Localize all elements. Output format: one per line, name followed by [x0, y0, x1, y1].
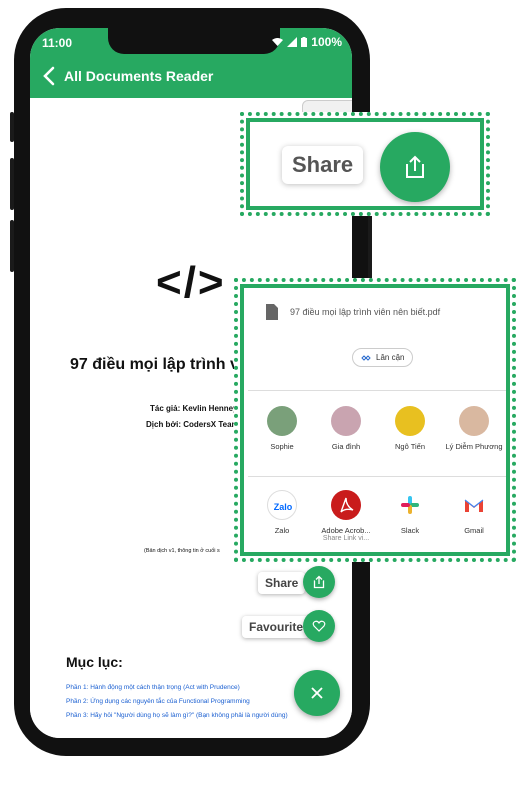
app-subtitle: Share Link vi... — [322, 535, 370, 542]
app-target-gmail[interactable]: Gmail — [444, 490, 504, 535]
system-icons: 100% — [272, 35, 342, 49]
contact-target[interactable]: Lý Diễm Phương — [444, 406, 504, 451]
app-target-slack[interactable]: Slack — [380, 490, 440, 535]
document-translator: Dịch bởi: CodersX Team — [146, 420, 239, 429]
wifi-icon — [272, 38, 284, 46]
app-name: Gmail — [464, 526, 484, 535]
zalo-icon: Zalo — [267, 490, 297, 520]
code-symbol: </> — [156, 258, 226, 307]
toc-heading: Mục lục: — [66, 654, 123, 670]
share-sheet-callout: 97 điều mọi lập trình viên nên biết.pdf … — [234, 278, 516, 562]
back-arrow-icon[interactable] — [38, 64, 62, 88]
toc-link[interactable]: Phần 3: Hãy hỏi "Người dùng họ sẽ làm gì… — [66, 712, 288, 719]
divider — [248, 476, 506, 477]
divider — [248, 390, 506, 391]
file-icon — [266, 304, 278, 320]
share-callout: Share — [240, 112, 490, 216]
close-fab-button[interactable] — [294, 670, 340, 716]
share-sheet: 97 điều mọi lập trình viên nên biết.pdf … — [248, 292, 506, 552]
contact-target[interactable]: Sophie — [252, 406, 312, 451]
signal-icon — [287, 37, 298, 47]
avatar — [267, 406, 297, 436]
shared-file-row: 97 điều mọi lập trình viên nên biết.pdf — [266, 304, 440, 320]
app-target-zalo[interactable]: Zalo Zalo — [252, 490, 312, 535]
app-name: Zalo — [274, 526, 290, 535]
battery-icon — [301, 37, 308, 47]
app-target-adobe[interactable]: Adobe Acrob... Share Link vi... — [316, 490, 376, 542]
app-name: Slack — [400, 526, 420, 535]
toc-link[interactable]: Phần 1: Hành động một cách thận trọng (A… — [66, 684, 240, 691]
status-time: 11:00 — [42, 36, 73, 50]
shared-file-name: 97 điều mọi lập trình viên nên biết.pdf — [290, 307, 441, 317]
volume-down-button — [10, 220, 14, 272]
avatar — [395, 406, 425, 436]
share-icon — [313, 575, 325, 589]
adobe-acrobat-icon — [331, 490, 361, 520]
avatar — [331, 406, 361, 436]
contact-target[interactable]: Ngô Tiến — [380, 406, 440, 451]
share-fab-button[interactable] — [303, 566, 335, 598]
document-title: 97 điều mọi lập trình v — [70, 356, 239, 373]
nearby-share-button[interactable]: Lân cận — [352, 348, 414, 367]
version-note: (Bản dịch v1, thông tin ở cuối s — [144, 548, 220, 554]
contact-name: Gia đình — [331, 442, 361, 451]
heart-icon — [312, 620, 326, 632]
status-bar: 11:00 100% — [30, 28, 352, 56]
contact-target[interactable]: Gia đình — [316, 406, 376, 451]
notch — [108, 28, 280, 54]
favourite-fab-label[interactable]: Favourite — [242, 616, 311, 638]
app-title: All Documents Reader — [64, 68, 214, 84]
share-fab-label[interactable]: Share — [258, 572, 306, 594]
contact-name: Lý Diễm Phương — [445, 442, 503, 451]
nearby-label: Lân cận — [376, 353, 405, 362]
mute-switch — [10, 112, 14, 142]
app-bar: All Documents Reader — [30, 56, 352, 98]
favourite-fab-button[interactable] — [303, 610, 335, 642]
app-name: Adobe Acrob... — [321, 526, 371, 535]
battery-level: 100% — [311, 35, 342, 49]
share-icon — [406, 155, 424, 178]
contact-name: Sophie — [270, 442, 294, 451]
avatar — [459, 406, 489, 436]
slack-icon — [395, 490, 425, 520]
nearby-share-icon — [361, 354, 371, 361]
share-callout-button[interactable] — [380, 132, 450, 202]
volume-up-button — [10, 158, 14, 210]
svg-text:Zalo: Zalo — [274, 502, 293, 512]
contact-name: Ngô Tiến — [394, 442, 426, 451]
share-callout-label[interactable]: Share — [282, 146, 364, 184]
close-icon — [311, 687, 323, 699]
document-author: Tác giả: Kevlin Henney — [150, 404, 238, 413]
gmail-icon — [459, 490, 489, 520]
toc-link[interactable]: Phần 2: Ứng dụng các nguyên tắc của Func… — [66, 698, 250, 705]
